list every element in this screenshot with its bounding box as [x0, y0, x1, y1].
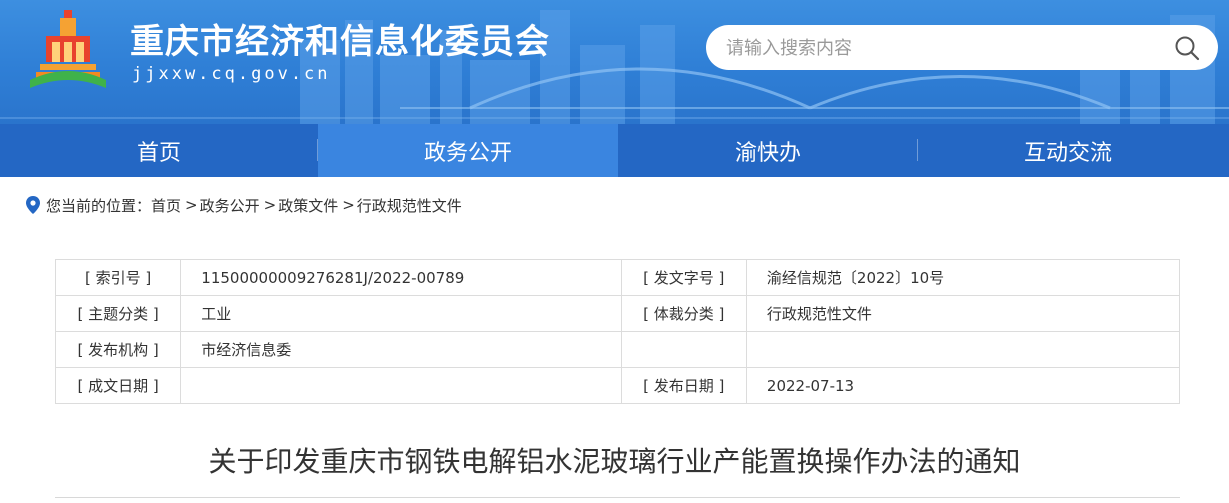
- emblem-logo: [30, 10, 106, 88]
- subject-category-label: [ 主题分类 ]: [54, 295, 182, 332]
- breadcrumb-government-affairs[interactable]: 政务公开: [200, 195, 260, 216]
- breadcrumb-separator: >: [342, 196, 355, 214]
- issuing-agency-value: 市经济信息委: [180, 331, 622, 368]
- table-row: [ 发布机构 ] 市经济信息委: [54, 331, 1181, 368]
- document-info-table: [ 索引号 ] 11500000009276281J/2022-00789 [ …: [54, 259, 1181, 404]
- document-title: 关于印发重庆市钢铁电解铝水泥玻璃行业产能置换操作办法的通知: [208, 445, 1021, 478]
- nav-item-label: 互动交流: [1023, 140, 1112, 166]
- document-number-label: [ 发文字号 ]: [620, 259, 747, 296]
- document-number-value: 渝经信规范〔2022〕10号: [745, 259, 1181, 296]
- table-row: [ 索引号 ] 11500000009276281J/2022-00789 [ …: [54, 259, 1181, 296]
- nav-item-interaction[interactable]: 互动交流: [918, 124, 1218, 177]
- main-nav: 首页 政务公开 渝快办 互动交流: [0, 124, 1229, 177]
- breadcrumb: 您当前的位置： 首页 > 政务公开 > 政策文件 > 行政规范性文件: [26, 193, 462, 217]
- breadcrumb-prefix: 您当前的位置：: [46, 196, 152, 215]
- index-number-value: 11500000009276281J/2022-00789: [180, 259, 622, 296]
- subject-category-value: 工业: [180, 295, 622, 332]
- written-date-value: [180, 367, 622, 404]
- site-domain: jjxxw.cq.gov.cn: [132, 64, 331, 84]
- breadcrumb-normative-documents[interactable]: 行政规范性文件: [357, 195, 462, 216]
- location-pin-icon: [26, 196, 40, 214]
- site-title: 重庆市经济和信息化委员会: [130, 22, 550, 62]
- index-number-label: [ 索引号 ]: [54, 259, 182, 296]
- header-banner: 重庆市经济和信息化委员会 jjxxw.cq.gov.cn: [0, 0, 1229, 124]
- publish-date-label: [ 发布日期 ]: [620, 367, 747, 404]
- nav-item-label: 政务公开: [423, 140, 512, 166]
- search-icon[interactable]: [1174, 35, 1200, 61]
- empty-cell: [745, 331, 1181, 368]
- breadcrumb-separator: >: [263, 196, 277, 214]
- nav-item-yukuaiban[interactable]: 渝快办: [618, 124, 918, 177]
- title-divider: [55, 497, 1180, 498]
- search-input[interactable]: [724, 33, 1158, 63]
- nav-item-home[interactable]: 首页: [0, 124, 318, 177]
- genre-category-value: 行政规范性文件: [745, 295, 1181, 332]
- nav-item-label: 首页: [136, 140, 181, 166]
- nav-item-government-affairs[interactable]: 政务公开: [318, 124, 618, 177]
- search-box: [706, 25, 1218, 70]
- genre-category-label: [ 体裁分类 ]: [620, 295, 747, 332]
- breadcrumb-separator: >: [185, 196, 198, 214]
- table-row: [ 成文日期 ] [ 发布日期 ] 2022-07-13: [54, 367, 1181, 404]
- breadcrumb-policy-documents[interactable]: 政策文件: [278, 195, 338, 216]
- table-row: [ 主题分类 ] 工业 [ 体裁分类 ] 行政规范性文件: [54, 295, 1181, 332]
- issuing-agency-label: [ 发布机构 ]: [54, 331, 182, 368]
- breadcrumb-home[interactable]: 首页: [151, 195, 181, 216]
- written-date-label: [ 成文日期 ]: [54, 367, 182, 404]
- publish-date-value: 2022-07-13: [745, 367, 1181, 404]
- nav-item-label: 渝快办: [734, 140, 801, 166]
- empty-cell: [620, 331, 747, 368]
